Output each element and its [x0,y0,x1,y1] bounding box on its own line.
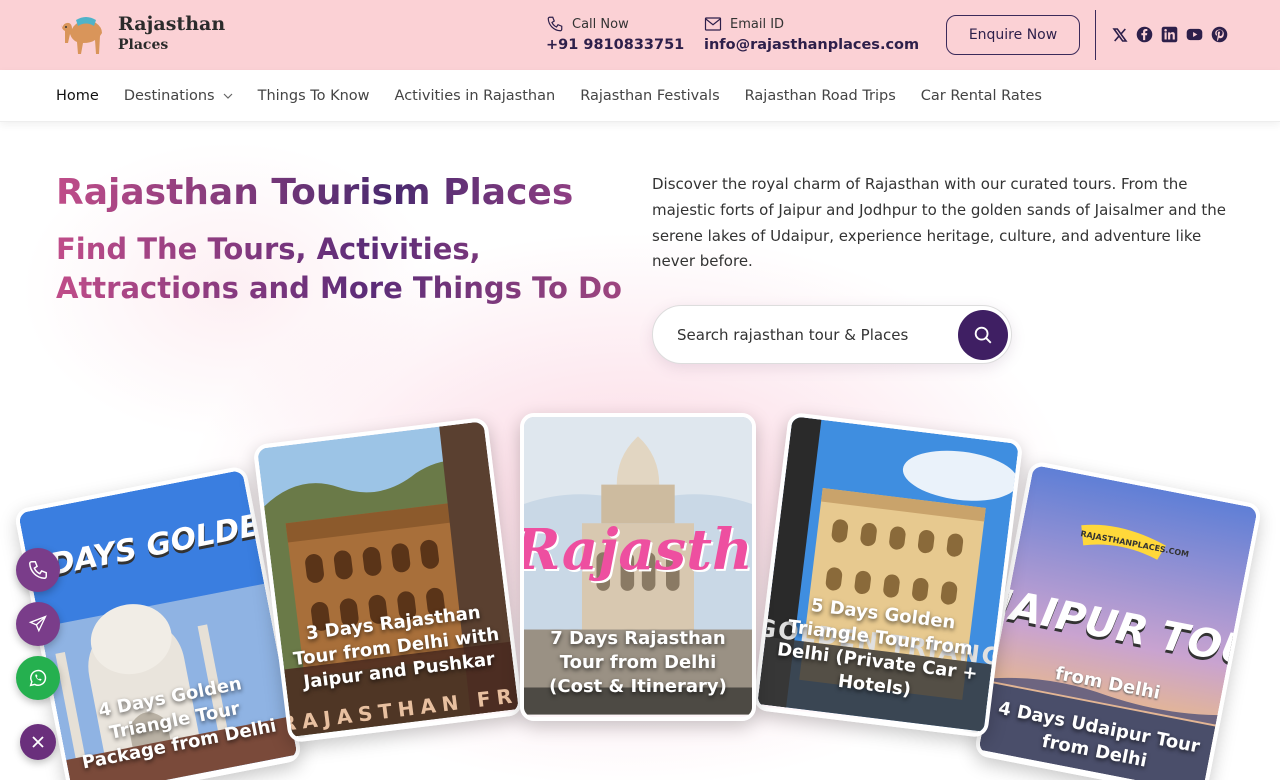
logo-name: Rajasthan [118,13,226,35]
mail-icon [704,17,722,31]
floating-whatsapp-button[interactable] [16,656,60,700]
contact-phone: Call Now +91 9810833751 [546,14,684,54]
logo[interactable]: Rajasthan Places [56,12,225,56]
nav-road-trips[interactable]: Rajasthan Road Trips [745,88,896,104]
social-links [1111,26,1228,43]
linkedin-icon[interactable] [1161,26,1178,43]
email-caption: Email ID [730,16,785,32]
youtube-icon[interactable] [1186,26,1203,43]
logo-subname: Places [118,37,169,53]
nav-things-to-know[interactable]: Things To Know [258,88,370,104]
search-icon [974,326,992,344]
top-bar: Rajasthan Places Call Now +91 9810833751… [0,0,1280,70]
phone-number[interactable]: +91 9810833751 [546,37,684,53]
card-banner: Rajasthan [520,517,753,583]
hero-subtitle: Find The Tours, Activities, Attractions … [56,230,626,308]
tour-card[interactable]: Rajasthan 7 Days Rajasthan Tour from Del… [520,413,756,721]
pinterest-icon[interactable] [1211,26,1228,43]
facebook-icon[interactable] [1136,26,1153,43]
chevron-down-icon [223,93,233,99]
close-icon [32,736,44,748]
card-title: 7 Days Rajasthan Tour from Delhi (Cost &… [549,628,727,697]
tour-card[interactable]: GOLDEN TRIANGLE IN JUST 5 DAY 5 Days Gol… [752,411,1024,739]
floating-close-button[interactable] [20,724,56,760]
nav-destinations-label: Destinations [123,88,215,104]
nav-activities[interactable]: Activities in Rajasthan [395,88,556,104]
whatsapp-icon [29,669,47,687]
send-icon [28,615,47,633]
tour-card[interactable]: 3 Days Rajasthan Tour from Delhi with Ja… [252,416,524,744]
nav-festivals[interactable]: Rajasthan Festivals [580,88,719,104]
header-divider [1095,10,1096,60]
search-bar [652,305,1012,364]
floating-call-button[interactable] [16,548,60,592]
main-nav: Home Destinations Things To Know Activit… [0,70,1280,122]
nav-home[interactable]: Home [56,88,99,104]
camel-logo-icon [61,17,102,54]
search-input[interactable] [677,306,947,363]
nav-car-rental[interactable]: Car Rental Rates [921,88,1042,104]
search-button[interactable] [958,310,1008,360]
phone-caption: Call Now [572,16,629,32]
hero-description: Discover the royal charm of Rajasthan wi… [652,175,1227,271]
hero-title: Rajasthan Tourism Places [56,172,574,213]
phone-icon [547,16,563,32]
floating-message-button[interactable] [16,602,60,646]
enquire-now-button[interactable]: Enquire Now [946,15,1080,55]
x-icon[interactable] [1111,26,1128,43]
contact-email: Email ID info@rajasthanplaces.com [704,14,919,54]
nav-destinations[interactable]: Destinations [124,88,233,104]
phone-icon [29,561,47,579]
email-address[interactable]: info@rajasthanplaces.com [704,37,919,53]
